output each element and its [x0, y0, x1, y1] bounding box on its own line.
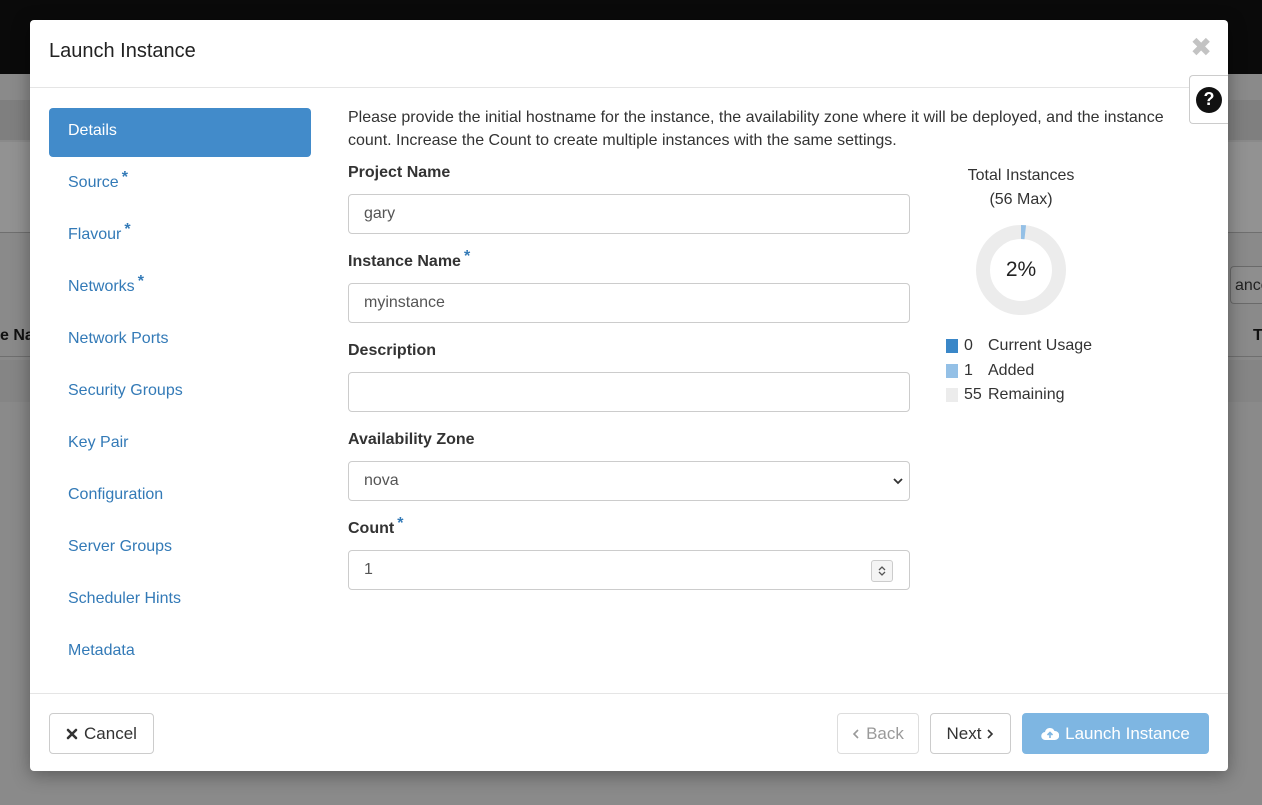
details-intro: Please provide the initial hostname for …	[348, 109, 1164, 149]
usage-percent: 2%	[1005, 258, 1037, 281]
wizard-step-label: Server Groups	[68, 538, 173, 555]
availability-zone-select[interactable]: nova	[348, 461, 910, 501]
cloud-upload-icon	[1041, 727, 1060, 740]
wizard-step-security-groups[interactable]: Security Groups	[49, 368, 311, 420]
details-form: Project Name gary Instance Name * myinsta…	[348, 164, 910, 609]
legend-count: 1	[964, 361, 973, 379]
wizard-step-key-pair[interactable]: Key Pair	[49, 420, 311, 472]
wizard-step-scheduler-hints[interactable]: Scheduler Hints	[49, 576, 311, 628]
help-button[interactable]: ?	[1189, 75, 1228, 124]
project-name-label: Project Name	[348, 164, 451, 181]
count-value: 1	[364, 561, 373, 578]
next-label: Next	[946, 723, 982, 743]
launch-instance-modal: Launch Instance ✖ ? Details Source * Flavou…	[30, 20, 1228, 771]
required-marker: *	[137, 273, 144, 290]
chevron-left-icon	[852, 728, 859, 739]
wizard-step-label: Network Ports	[68, 330, 169, 347]
legend-item: 0 Current Usage	[946, 334, 1092, 359]
count-label: Count *	[348, 515, 910, 540]
legend-label: Remaining	[988, 386, 1065, 404]
question-icon: ?	[1196, 86, 1222, 113]
close-icon	[66, 728, 78, 739]
count-label-text: Count	[348, 520, 395, 537]
background-button: ance	[1230, 266, 1262, 304]
availability-zone-label: Availability Zone	[348, 431, 475, 448]
back-button[interactable]: Back	[837, 713, 919, 754]
wizard-step-label: Flavour	[68, 226, 122, 243]
wizard-step-configuration[interactable]: Configuration	[49, 472, 311, 524]
background-column-header: Ta	[1253, 327, 1262, 344]
legend-count: 0	[964, 337, 973, 355]
required-marker: *	[397, 515, 404, 532]
wizard-step-source[interactable]: Source *	[49, 160, 311, 212]
usage-legend: 0 Current Usage 1 Added 55 Remaining	[946, 334, 1092, 408]
count-field: Count * 1	[348, 515, 910, 590]
legend-swatch	[946, 363, 958, 378]
project-name-field: Project Name gary	[348, 164, 910, 234]
next-button[interactable]: Next	[930, 713, 1011, 754]
back-label: Back	[866, 723, 904, 743]
instance-name-field: Instance Name * myinstance	[348, 248, 910, 323]
description-field: Description	[348, 342, 910, 412]
modal-footer: Cancel Back Next Launch Instance	[30, 693, 1228, 771]
stepper-down-icon[interactable]	[877, 571, 887, 577]
required-marker: *	[124, 221, 131, 238]
wizard-step-label: Metadata	[68, 642, 135, 659]
wizard-step-metadata[interactable]: Metadata	[49, 628, 311, 680]
project-name-input[interactable]: gary	[348, 194, 910, 234]
wizard-step-label: Source	[68, 174, 119, 191]
instance-name-label-text: Instance Name	[348, 253, 461, 270]
usage-title: Total Instances (56 Max)	[928, 164, 1114, 212]
availability-zone-field: Availability Zone nova	[348, 431, 910, 501]
availability-zone-value: nova	[364, 472, 399, 489]
launch-instance-button[interactable]: Launch Instance	[1022, 713, 1209, 754]
usage-title-line1: Total Instances	[967, 167, 1075, 184]
required-marker: *	[463, 248, 471, 265]
wizard-step-label: Security Groups	[68, 382, 183, 399]
chevron-down-icon	[893, 478, 903, 485]
modal-title: Launch Instance	[49, 40, 196, 62]
legend-item: 55 Remaining	[946, 383, 1092, 408]
wizard-step-label: Scheduler Hints	[68, 590, 181, 607]
count-input[interactable]: 1	[348, 550, 910, 590]
cancel-button[interactable]: Cancel	[49, 713, 154, 754]
chevron-right-icon	[987, 728, 994, 739]
legend-count: 55	[964, 386, 982, 404]
instance-name-input[interactable]: myinstance	[348, 283, 910, 323]
wizard-step-label: Configuration	[68, 486, 164, 503]
close-icon[interactable]: ✖	[1190, 34, 1212, 60]
wizard-nav: Details Source * Flavour * Networks * Network P…	[49, 108, 311, 680]
legend-label: Added	[988, 361, 1035, 379]
wizard-step-details[interactable]: Details	[49, 108, 311, 157]
legend-item: 1 Added	[946, 359, 1092, 384]
required-marker: *	[121, 169, 128, 186]
total-instances-chart: Total Instances (56 Max) 2% 0 Current Usa…	[928, 164, 1168, 403]
wizard-step-network-ports[interactable]: Network Ports	[49, 316, 311, 368]
modal-header: Launch Instance ✖	[30, 20, 1228, 88]
launch-label: Launch Instance	[1065, 723, 1190, 743]
cancel-label: Cancel	[84, 723, 137, 743]
wizard-step-label: Networks	[68, 278, 135, 295]
legend-swatch	[946, 388, 958, 403]
instance-name-label: Instance Name *	[348, 248, 910, 273]
wizard-step-networks[interactable]: Networks *	[49, 264, 311, 316]
count-stepper[interactable]	[871, 560, 893, 582]
legend-label: Current Usage	[988, 337, 1093, 355]
wizard-step-label: Details	[68, 122, 117, 139]
description-input[interactable]	[348, 372, 910, 412]
wizard-step-flavour[interactable]: Flavour *	[49, 212, 311, 264]
legend-swatch	[946, 339, 958, 354]
wizard-step-label: Key Pair	[68, 434, 129, 451]
usage-title-line2: (56 Max)	[989, 191, 1053, 208]
description-label: Description	[348, 342, 437, 359]
wizard-step-server-groups[interactable]: Server Groups	[49, 524, 311, 576]
